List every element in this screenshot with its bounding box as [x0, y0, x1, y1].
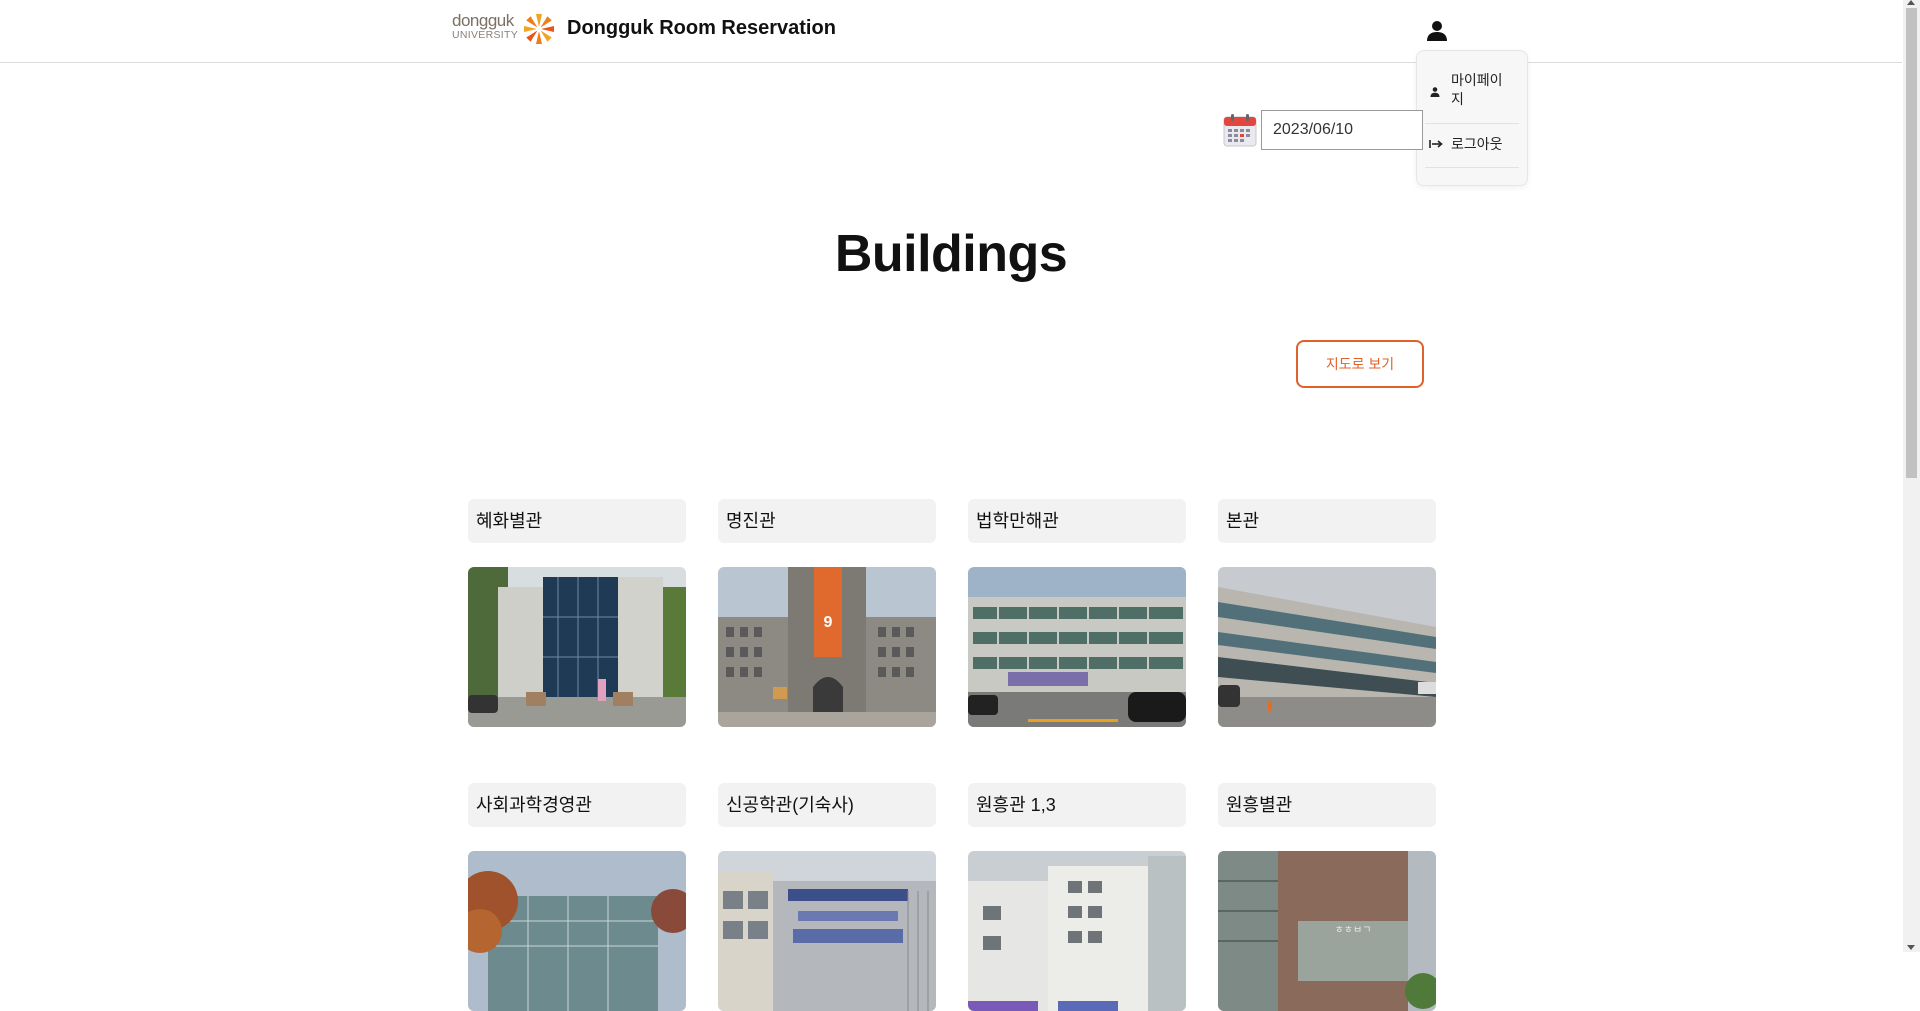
building-card: 원흥관 1,3 [968, 783, 1186, 1011]
building-card: 명진관 9 [718, 499, 936, 727]
user-icon [1427, 21, 1447, 41]
logo-line2: UNIVERSITY [452, 29, 519, 41]
building-photo[interactable] [1218, 567, 1436, 727]
logout-icon [1429, 137, 1443, 153]
logo-line1: dongguk [452, 11, 514, 30]
person-icon [1429, 85, 1441, 101]
building-photo[interactable] [718, 851, 936, 1011]
scrollbar-thumb[interactable] [1906, 8, 1917, 478]
building-card: 원흥별관 ㅎㅎㅂㄱ [1218, 783, 1436, 1011]
building-name[interactable]: 신공학관(기숙사) [718, 783, 936, 827]
dongguk-logo[interactable]: dongguk UNIVERSITY [452, 12, 556, 46]
menu-item-logout[interactable]: 로그아웃 [1425, 123, 1519, 168]
menu-item-label: 마이페이지 [1451, 72, 1503, 107]
building-photo[interactable] [468, 567, 686, 727]
user-menu-button[interactable] [1424, 18, 1450, 44]
building-name[interactable]: 본관 [1218, 499, 1436, 543]
menu-item-mypage[interactable]: 마이페이지 [1425, 61, 1519, 124]
building-name[interactable]: 혜화별관 [468, 499, 686, 543]
scroll-up-icon[interactable] [1907, 0, 1915, 5]
building-photo[interactable]: 9 [718, 567, 936, 727]
page-scrollbar[interactable] [1903, 0, 1920, 952]
building-grid: 혜화별관 명진관 9 법학만해관 본관 사회과학경영관 신공학관(기숙사) 원흥… [468, 499, 1436, 1011]
building-name[interactable]: 원흥별관 [1218, 783, 1436, 827]
app-header: dongguk UNIVERSITY Dongguk Room Reservat… [0, 0, 1902, 63]
building-name[interactable]: 사회과학경영관 [468, 783, 686, 827]
scroll-down-icon[interactable] [1907, 945, 1915, 950]
building-card: 사회과학경영관 [468, 783, 686, 1011]
svg-text:ㅎㅎㅂㄱ: ㅎㅎㅂㄱ [1335, 925, 1372, 936]
building-name[interactable]: 법학만해관 [968, 499, 1186, 543]
building-photo[interactable] [968, 567, 1186, 727]
view-map-button[interactable]: 지도로 보기 [1296, 340, 1424, 388]
lotus-logo-icon [524, 14, 554, 44]
user-dropdown-menu: 마이페이지 로그아웃 [1416, 50, 1528, 186]
building-card: 신공학관(기숙사) [718, 783, 936, 1011]
menu-item-label: 로그아웃 [1451, 136, 1503, 152]
building-card: 본관 [1218, 499, 1436, 727]
building-name[interactable]: 명진관 [718, 499, 936, 543]
building-name[interactable]: 원흥관 1,3 [968, 783, 1186, 827]
svg-text:9: 9 [824, 614, 833, 631]
date-input[interactable] [1261, 110, 1423, 150]
building-card: 혜화별관 [468, 499, 686, 727]
calendar-icon[interactable] [1223, 113, 1257, 147]
building-photo[interactable]: ㅎㅎㅂㄱ [1218, 851, 1436, 1011]
page-title: Buildings [834, 225, 1068, 283]
building-card: 법학만해관 [968, 499, 1186, 727]
building-photo[interactable] [968, 851, 1186, 1011]
building-photo[interactable] [468, 851, 686, 1011]
app-title[interactable]: Dongguk Room Reservation [567, 17, 836, 40]
logo-wordmark: dongguk UNIVERSITY [452, 12, 522, 41]
